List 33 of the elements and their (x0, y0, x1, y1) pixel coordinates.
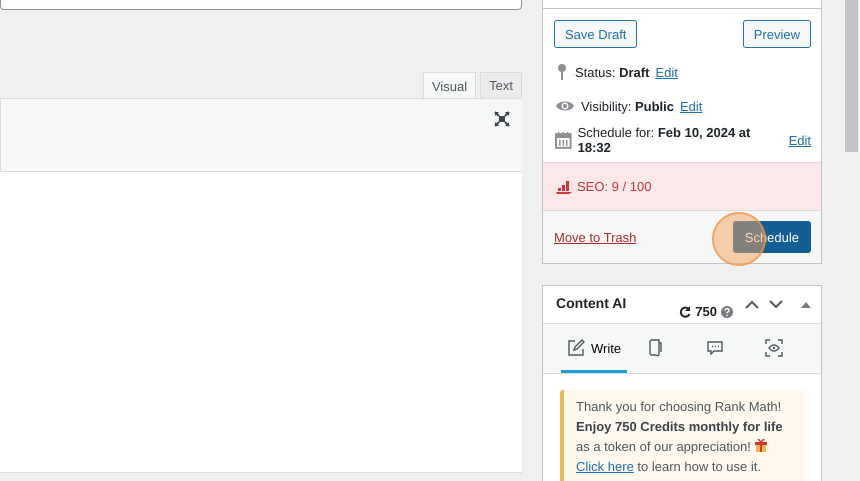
calendar-icon (555, 131, 572, 149)
edit-link[interactable]: Edit (655, 64, 678, 80)
help-icon[interactable] (721, 306, 733, 318)
meta-text: Status: Draft (575, 64, 650, 80)
trash-link[interactable]: Move to Trash (554, 230, 636, 244)
collapse-icon[interactable] (801, 302, 811, 308)
eye-icon (555, 99, 575, 113)
save-draft-button[interactable]: Save Draft (554, 20, 638, 48)
meta-text: Visibility: Public (581, 98, 674, 114)
notice-text: Thank you for choosing Rank Math! Enjoy 750 Credits monthly for life as a token of our appreciation! Click here to learn how to use it. (560, 390, 805, 481)
refresh-icon[interactable] (679, 306, 692, 318)
chevron-up-icon[interactable] (745, 300, 759, 309)
editor-tab[interactable]: Visual (422, 72, 476, 99)
edit-link[interactable]: Edit (788, 132, 811, 148)
chevron-down-icon[interactable] (769, 300, 783, 309)
scrollbar[interactable] (845, 0, 858, 152)
editor-tab[interactable]: Text (480, 72, 522, 98)
gift-icon (754, 439, 767, 452)
pin-icon (555, 63, 569, 81)
meta-text: Schedule for: Feb 10, 2024 at 18:32 (578, 125, 752, 155)
title-field[interactable] (0, 0, 522, 10)
click-here-link[interactable]: Click here (576, 459, 634, 474)
scan-eye-icon (764, 339, 783, 357)
document-icon (649, 339, 664, 357)
edit-link[interactable]: Edit (680, 98, 702, 114)
credits-count: 750 (695, 304, 717, 319)
chart-icon (555, 180, 573, 194)
chat-icon (706, 341, 724, 355)
preview-button[interactable]: Preview (742, 20, 811, 48)
edit-icon (567, 339, 585, 357)
panel-title: Content AI (556, 295, 628, 313)
seo-score: SEO: 9 / 100 (577, 179, 652, 194)
fullscreen-icon[interactable] (494, 111, 510, 127)
